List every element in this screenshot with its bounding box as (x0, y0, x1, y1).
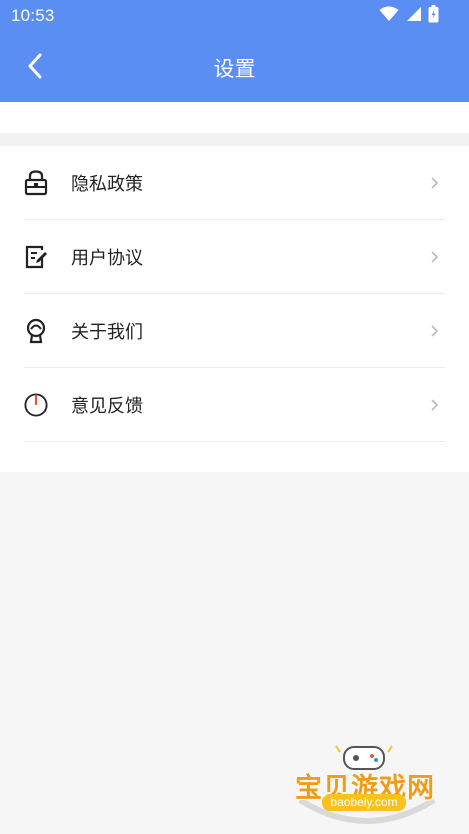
agreement-icon (24, 244, 48, 270)
menu-item-feedback[interactable]: 意见反馈 (24, 368, 445, 442)
power-icon (24, 392, 48, 418)
menu-item-privacy-policy[interactable]: 隐私政策 (24, 146, 445, 220)
menu-item-label: 用户协议 (71, 248, 143, 269)
app-header: 10:53 设置 (0, 0, 469, 102)
status-time: 10:53 (11, 6, 55, 25)
watermark-logo: 宝贝游戏网 baobeiy.com (292, 742, 442, 832)
menu-item-label: 意见反馈 (71, 396, 143, 417)
title-bar: 设置 (0, 33, 469, 102)
section-gap (0, 133, 469, 146)
watermark-url: baobeiy.com (322, 794, 406, 811)
menu-item-label: 关于我们 (71, 322, 143, 343)
lock-icon (24, 170, 48, 196)
chevron-right-icon (429, 175, 439, 189)
settings-menu: 隐私政策 用户协议 关于我们 意见反馈 (0, 146, 469, 472)
chevron-right-icon (429, 249, 439, 263)
page-title: 设置 (213, 57, 256, 81)
chevron-right-icon (429, 323, 439, 337)
wifi-icon (379, 6, 399, 26)
status-bar: 10:53 (0, 0, 469, 33)
menu-item-about-us[interactable]: 关于我们 (24, 294, 445, 368)
battery-icon (428, 5, 439, 27)
signal-icon (405, 6, 422, 26)
menu-item-label: 隐私政策 (71, 174, 143, 195)
top-spacer (0, 102, 469, 133)
status-icons (379, 5, 439, 27)
chevron-right-icon (429, 397, 439, 411)
menu-item-user-agreement[interactable]: 用户协议 (24, 220, 445, 294)
about-icon (24, 318, 48, 344)
